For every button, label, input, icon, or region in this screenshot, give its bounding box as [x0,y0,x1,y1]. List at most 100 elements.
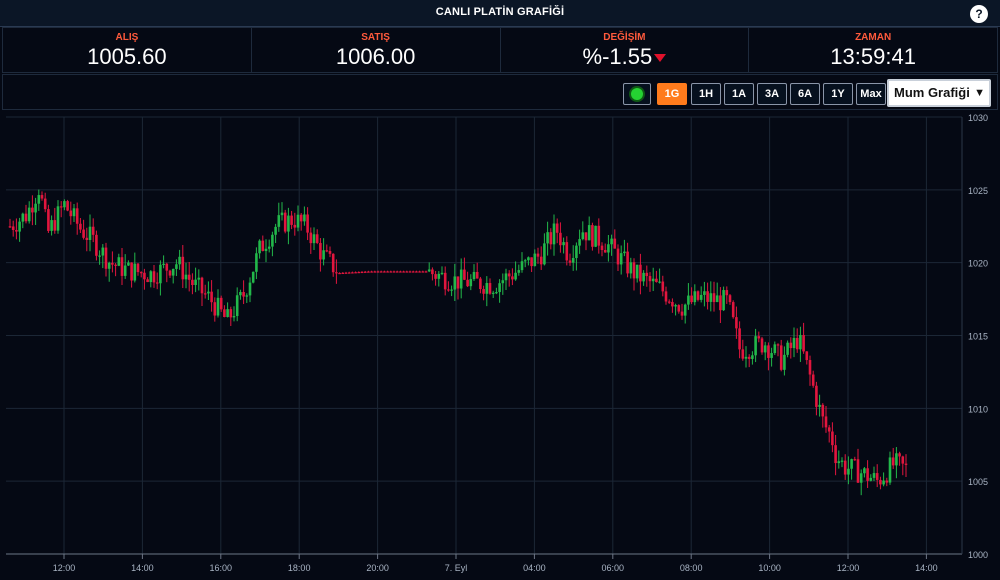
candle-body [72,208,76,217]
candle-body [613,238,617,249]
candle-body [450,289,453,291]
candle-body [437,273,441,279]
candle-body [469,279,473,287]
candle-body [146,279,149,283]
x-tick-label: 10:00 [758,563,781,573]
candle-body [767,345,770,358]
candle-body [706,291,709,302]
candle-body [562,242,565,246]
candle-body [683,304,687,316]
candle-body [408,271,412,273]
candle-body [165,263,169,271]
candle-body [245,295,249,297]
candle-body [731,302,735,318]
candle-body [863,468,866,474]
candle-body [271,234,274,247]
candle-body [770,353,773,358]
candle-body [607,244,610,253]
candle-body [879,479,882,485]
candle-body [299,214,303,222]
candle-body [88,226,92,241]
candle-body [66,201,69,211]
candle-body [373,271,377,273]
candle-body [687,295,690,305]
candle-body [50,220,53,231]
candle-body [658,281,661,283]
candle-body [405,271,409,273]
candle-body [155,282,159,284]
candle-body [344,272,348,274]
candle-body [735,317,738,329]
candle-body [818,404,821,407]
candle-body [136,263,140,273]
candle-body [786,342,789,355]
candle-body [213,302,217,316]
candle-body [331,253,335,273]
candle-body [379,271,383,273]
candle-body [363,271,367,273]
candle-body [399,271,402,273]
candle-body [511,276,514,280]
candle-body [776,344,780,346]
candle-body [568,260,572,263]
x-axis-labels: 12:00 14:00 16:00 18:00 20:00 7. Eyl 04:00 06:0… [53,563,938,573]
candle-body [671,302,674,307]
candle-body [859,473,863,483]
candle-body [203,293,207,295]
candle-body [82,229,85,238]
candle-body [856,459,860,483]
candle-body [466,279,469,287]
candle-body [552,223,556,245]
candle-body [91,226,95,235]
candle-body [501,280,505,284]
candle-body [530,257,533,267]
candle-body [274,226,277,235]
candle-body [79,223,82,230]
candle-body [485,283,489,294]
x-tick-label: 14:00 [131,563,154,573]
candle-body [821,404,825,417]
candle-body [24,213,28,222]
y-tick-label: 1000 [968,550,988,560]
candle-body [693,291,697,303]
candle-body [251,271,255,283]
candle-body [539,256,543,265]
candle-body [223,309,226,318]
candle-body [555,223,559,233]
candle-body [357,272,361,274]
candle-body [133,263,137,281]
candle-body [661,281,665,292]
candle-body [367,271,370,273]
candle-body [98,255,101,257]
candle-body [882,480,885,485]
candle-body [901,456,905,464]
candle-body [888,457,892,483]
candle-body [594,225,597,247]
candle-body [680,311,684,316]
candle-body [175,264,178,269]
candle-body [639,264,642,282]
candle-body [312,234,316,244]
candle-body [517,270,521,273]
candle-body [610,238,613,245]
candle-body [463,269,466,280]
candle-body [549,232,553,245]
candle-body [824,416,828,428]
candle-body [293,224,297,228]
candle-body [581,232,585,240]
candle-body [546,232,549,244]
y-tick-label: 1010 [968,404,988,414]
candle-body [53,220,57,231]
candle-body [616,248,620,265]
candle-body [389,271,393,273]
candle-body [834,445,837,464]
candle-body [43,198,47,210]
candle-body [597,225,601,246]
candle-body [261,240,265,252]
candle-body [440,272,444,275]
candle-body [904,463,908,465]
candle-body [235,295,239,317]
candle-body [287,215,290,232]
candle-body [591,225,594,247]
candle-body [703,291,706,295]
